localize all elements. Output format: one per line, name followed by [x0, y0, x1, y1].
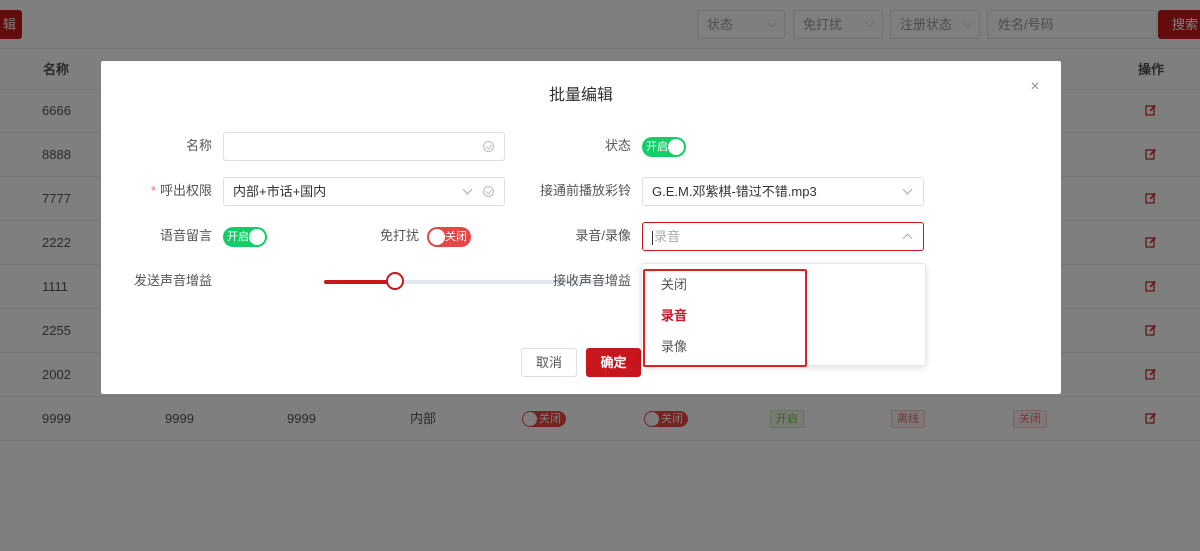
send-gain-label: 发送声音增益: [133, 273, 212, 288]
dnd-switch-text: 关闭: [445, 231, 467, 243]
record-placeholder: 录音: [654, 229, 681, 244]
switch-knob: [429, 229, 445, 245]
voicemail-switch-text: 开启: [227, 231, 249, 243]
confirm-button[interactable]: 确定: [586, 348, 641, 377]
call-permission-label: * 呼出权限: [121, 177, 212, 205]
dnd-label: 免打扰: [379, 228, 419, 243]
status-switch-text: 开启: [646, 141, 668, 153]
call-permission-select[interactable]: 内部+市话+国内: [223, 177, 505, 206]
close-icon[interactable]: ×: [1027, 79, 1043, 95]
check-circle-icon: [483, 141, 494, 152]
check-circle-icon: [483, 186, 494, 197]
status-switch[interactable]: 开启: [642, 137, 686, 157]
dropdown-option-audio[interactable]: 录音: [661, 302, 687, 330]
text-cursor: [652, 230, 653, 245]
voicemail-switch[interactable]: 开启: [223, 227, 267, 247]
record-label: 录音/录像: [575, 228, 631, 243]
dialog-title: 批量编辑: [548, 87, 613, 104]
chevron-down-icon: [462, 184, 473, 195]
name-input[interactable]: [223, 132, 505, 161]
cancel-button[interactable]: 取消: [521, 348, 577, 377]
ringback-label: 接通前播放彩铃: [539, 183, 631, 198]
switch-knob: [668, 139, 684, 155]
chevron-up-icon: [902, 233, 913, 244]
send-gain-handle[interactable]: [386, 272, 404, 290]
name-label: 名称: [185, 138, 212, 153]
call-permission-text: 呼出权限: [159, 183, 212, 198]
record-dropdown: 关闭 录音 录像: [641, 263, 926, 366]
status-label: 状态: [604, 138, 631, 153]
send-gain-fill: [324, 280, 395, 284]
switch-knob: [249, 229, 265, 245]
chevron-down-icon: [902, 184, 913, 195]
dropdown-option-video[interactable]: 录像: [661, 333, 687, 361]
voicemail-label: 语音留言: [159, 228, 212, 243]
call-permission-value: 内部+市话+国内: [233, 184, 327, 199]
dnd-switch[interactable]: 关闭: [427, 227, 471, 247]
dropdown-option-off[interactable]: 关闭: [661, 271, 687, 299]
recv-gain-label: 接收声音增益: [552, 273, 631, 288]
record-select[interactable]: 录音: [642, 222, 924, 251]
ringback-value: G.E.M.邓紫棋-错过不错.mp3: [652, 184, 817, 199]
required-mark: *: [150, 183, 156, 198]
ringback-select[interactable]: G.E.M.邓紫棋-错过不错.mp3: [642, 177, 924, 206]
